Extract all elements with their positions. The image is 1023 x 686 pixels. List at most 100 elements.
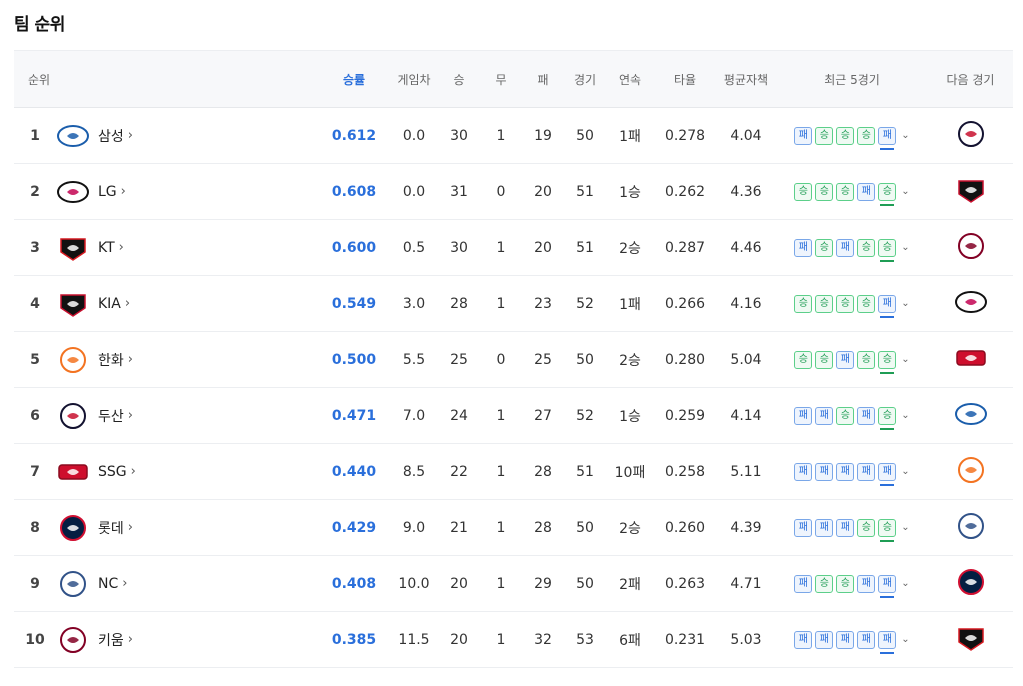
losses-cell: 23 <box>522 275 564 332</box>
next-opponent-logo-icon[interactable] <box>954 568 988 596</box>
losses-cell: 29 <box>522 555 564 612</box>
wins-cell: 20 <box>438 555 480 612</box>
result-loss-badge: 패 <box>878 294 897 318</box>
team-link[interactable]: 키움 › <box>56 626 318 654</box>
result-win-badge: 승 <box>836 294 855 313</box>
games-behind-cell: 8.5 <box>390 443 438 500</box>
batting-avg-cell: 0.260 <box>654 499 716 556</box>
team-logo-icon <box>56 290 90 318</box>
team-link[interactable]: 한화 › <box>56 346 318 374</box>
chevron-down-icon: ⌄ <box>901 578 910 589</box>
rank-cell: 7 <box>14 443 56 500</box>
team-link[interactable]: SSG › <box>56 458 318 486</box>
result-win-badge: 승 <box>815 126 834 145</box>
recent-5-games[interactable]: 패 패 패 패 패 ⌄ <box>776 630 928 654</box>
team-link[interactable]: 롯데 › <box>56 514 318 542</box>
team-name: 키움 <box>98 632 124 649</box>
draws-cell: 1 <box>480 443 522 500</box>
games-behind-cell: 0.0 <box>390 163 438 220</box>
next-opponent-logo-icon[interactable] <box>954 176 988 204</box>
result-loss-badge: 패 <box>878 574 897 598</box>
recent-5-games[interactable]: 패 승 승 승 패 ⌄ <box>776 126 928 150</box>
header-draws[interactable]: 무 <box>480 50 522 108</box>
next-opponent-logo-icon[interactable] <box>954 288 988 316</box>
team-link[interactable]: 두산 › <box>56 402 318 430</box>
losses-cell: 28 <box>522 499 564 556</box>
team-name: SSG <box>98 463 127 480</box>
chevron-down-icon: ⌄ <box>901 634 910 645</box>
team-row: 9 NC › 0.408 10.0 20 1 29 50 2패 0.263 4.71 패 승 승 패 패 ⌄ <box>14 555 1013 612</box>
header-losses[interactable]: 패 <box>522 50 564 108</box>
header-games-behind[interactable]: 게임차 <box>390 50 438 108</box>
result-win-badge: 승 <box>794 294 813 313</box>
recent-5-games[interactable]: 승 승 승 패 승 ⌄ <box>776 182 928 206</box>
losses-cell: 27 <box>522 387 564 444</box>
era-cell: 4.04 <box>716 107 776 164</box>
header-games[interactable]: 경기 <box>564 50 606 108</box>
header-era[interactable]: 평균자책 <box>716 50 776 108</box>
era-cell: 5.11 <box>716 443 776 500</box>
team-row: 7 SSG › 0.440 8.5 22 1 28 51 10패 0.258 5.11 패 패 패 패 패 ⌄ <box>14 443 1013 500</box>
result-win-badge: 승 <box>815 238 834 257</box>
result-win-badge: 승 <box>878 182 897 206</box>
next-opponent-logo-icon[interactable] <box>954 232 988 260</box>
next-opponent-logo-icon[interactable] <box>954 456 988 484</box>
next-opponent-logo-icon[interactable] <box>954 624 988 652</box>
next-opponent-logo-icon[interactable] <box>954 400 988 428</box>
wins-cell: 31 <box>438 163 480 220</box>
wins-cell: 28 <box>438 275 480 332</box>
recent-5-games[interactable]: 패 승 승 패 패 ⌄ <box>776 574 928 598</box>
winrate-cell: 0.429 <box>318 499 390 556</box>
result-loss-badge: 패 <box>857 630 876 649</box>
games-behind-cell: 0.0 <box>390 107 438 164</box>
team-row: 10 키움 › 0.385 11.5 20 1 32 53 6패 0.231 5.03 패 패 패 패 패 ⌄ <box>14 611 1013 668</box>
team-link[interactable]: KT › <box>56 234 318 262</box>
next-opponent-logo-icon[interactable] <box>954 120 988 148</box>
rank-cell: 3 <box>14 219 56 276</box>
recent-5-games[interactable]: 패 승 패 승 승 ⌄ <box>776 238 928 262</box>
header-wins[interactable]: 승 <box>438 50 480 108</box>
rank-cell: 9 <box>14 555 56 612</box>
team-row: 8 롯데 › 0.429 9.0 21 1 28 50 2승 0.260 4.39 패 패 패 승 승 ⌄ <box>14 499 1013 556</box>
recent-5-games[interactable]: 승 승 패 승 승 ⌄ <box>776 350 928 374</box>
chevron-down-icon: ⌄ <box>901 354 910 365</box>
team-row: 4 KIA › 0.549 3.0 28 1 23 52 1패 0.266 4.16 승 승 승 승 패 ⌄ <box>14 275 1013 332</box>
team-name: 한화 <box>98 352 124 369</box>
games-behind-cell: 5.5 <box>390 331 438 388</box>
recent-5-games[interactable]: 패 패 패 패 패 ⌄ <box>776 462 928 486</box>
result-loss-badge: 패 <box>794 126 813 145</box>
era-cell: 5.04 <box>716 331 776 388</box>
header-winrate[interactable]: 승률 <box>318 50 390 108</box>
chevron-right-icon: › <box>127 128 133 143</box>
era-cell: 4.46 <box>716 219 776 276</box>
recent-5-games[interactable]: 패 패 승 패 승 ⌄ <box>776 406 928 430</box>
chevron-right-icon: › <box>127 408 133 423</box>
draws-cell: 0 <box>480 331 522 388</box>
team-logo-icon <box>56 626 90 654</box>
team-link[interactable]: NC › <box>56 570 318 598</box>
team-link[interactable]: LG › <box>56 178 318 206</box>
rank-cell: 6 <box>14 387 56 444</box>
losses-cell: 20 <box>522 219 564 276</box>
losses-cell: 28 <box>522 443 564 500</box>
team-link[interactable]: 삼성 › <box>56 122 318 150</box>
wins-cell: 30 <box>438 107 480 164</box>
header-batting-avg[interactable]: 타율 <box>654 50 716 108</box>
next-opponent-logo-icon[interactable] <box>954 512 988 540</box>
next-opponent-logo-icon[interactable] <box>954 344 988 372</box>
streak-cell: 2승 <box>606 331 654 388</box>
team-row: 1 삼성 › 0.612 0.0 30 1 19 50 1패 0.278 4.04 패 승 승 승 패 ⌄ <box>14 107 1013 164</box>
winrate-cell: 0.549 <box>318 275 390 332</box>
result-loss-badge: 패 <box>857 462 876 481</box>
batting-avg-cell: 0.287 <box>654 219 716 276</box>
rank-cell: 8 <box>14 499 56 556</box>
header-streak[interactable]: 연속 <box>606 50 654 108</box>
recent-5-games[interactable]: 패 패 패 승 승 ⌄ <box>776 518 928 542</box>
rank-cell: 10 <box>14 611 56 668</box>
recent-5-games[interactable]: 승 승 승 승 패 ⌄ <box>776 294 928 318</box>
draws-cell: 1 <box>480 611 522 668</box>
winrate-cell: 0.608 <box>318 163 390 220</box>
result-win-badge: 승 <box>794 350 813 369</box>
team-link[interactable]: KIA › <box>56 290 318 318</box>
result-loss-badge: 패 <box>815 406 834 425</box>
